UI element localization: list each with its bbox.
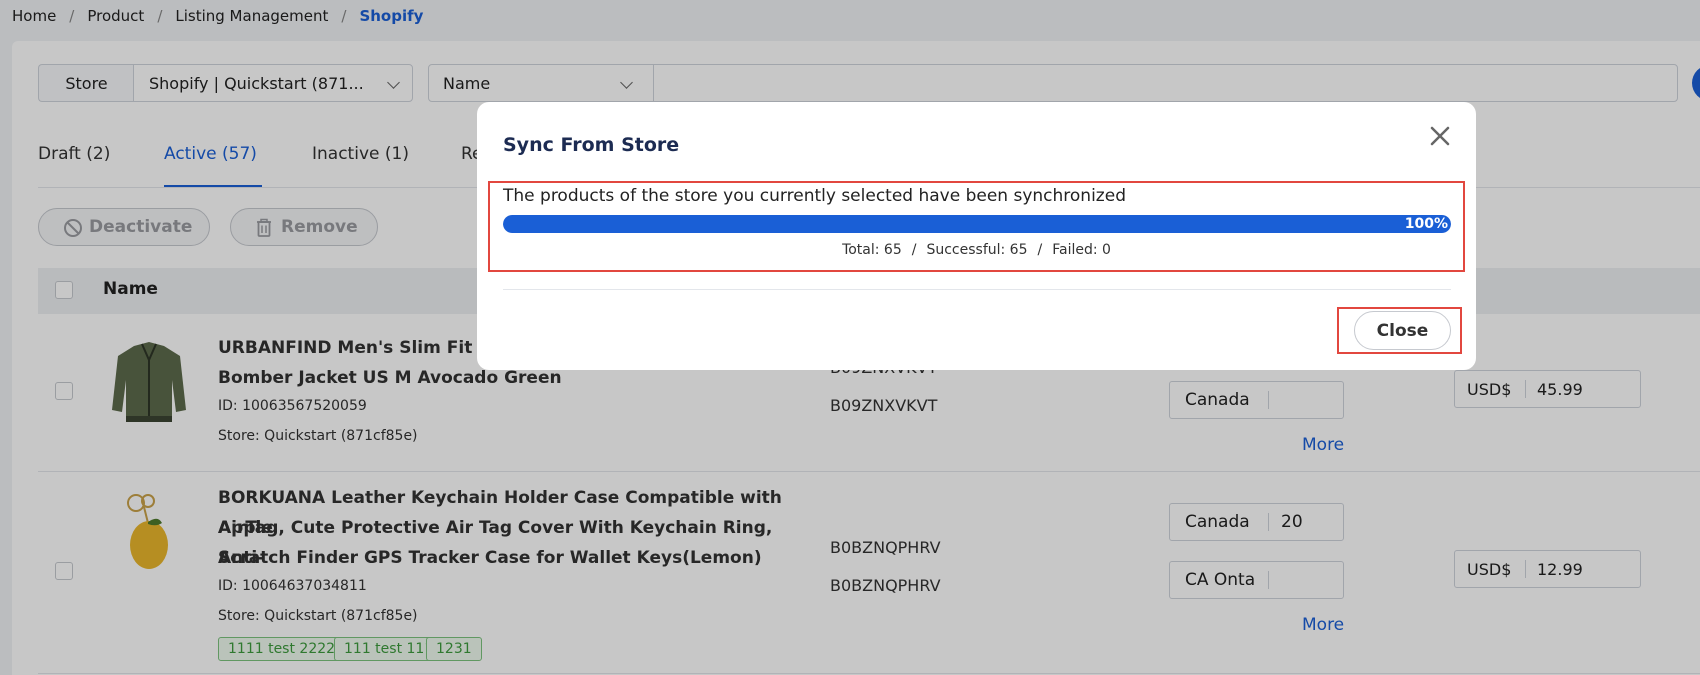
close-icon[interactable] [1429,125,1451,147]
close-button[interactable]: Close [1354,311,1451,350]
sync-modal: Sync From Store The products of the stor… [477,102,1476,370]
sync-stats: Total: 65 / Successful: 65 / Failed: 0 [477,242,1476,258]
progress-fill [503,215,1451,233]
stat-separator: / [911,242,917,258]
stat-total: Total: 65 [842,242,902,258]
progress-bar [503,215,1451,233]
modal-title: Sync From Store [503,134,680,156]
sync-message: The products of the store you currently … [503,186,1126,206]
stat-separator: / [1037,242,1043,258]
stat-failed: Failed: 0 [1052,242,1111,258]
modal-divider [503,289,1451,290]
stat-successful: Successful: 65 [926,242,1028,258]
progress-percent: 100% [1404,216,1448,232]
